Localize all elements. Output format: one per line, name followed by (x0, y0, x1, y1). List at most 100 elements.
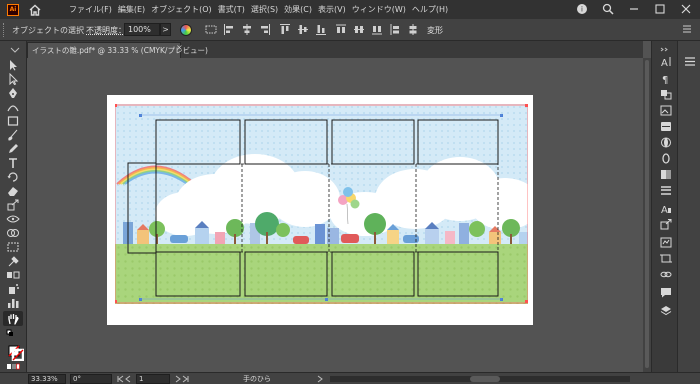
color-mode-icons[interactable] (6, 363, 20, 371)
menu-edit[interactable]: 編集(E) (115, 4, 148, 15)
toolbar-collapse-icon[interactable] (8, 47, 22, 53)
artwork-illustration[interactable] (115, 104, 528, 304)
align-bottom-icon[interactable] (315, 23, 327, 36)
menu-select[interactable]: 選択(S) (248, 4, 281, 15)
paintbrush-tool-icon[interactable] (6, 129, 20, 141)
transparency-panel-icon[interactable] (660, 153, 672, 164)
blend-tool-icon[interactable] (6, 269, 20, 281)
distribute-horizontal-center-icon[interactable] (407, 23, 419, 36)
artboard-prev-icons[interactable] (116, 375, 132, 383)
svg-text:A: A (661, 58, 668, 67)
tools-panel (0, 41, 27, 372)
links-panel-icon[interactable] (660, 269, 672, 280)
asset-export-panel-icon[interactable] (660, 219, 672, 230)
svg-text:A: A (661, 205, 668, 214)
selection-state-label: オブジェクトの選択 (12, 26, 84, 35)
vertical-scrollbar-thumb[interactable] (645, 60, 649, 368)
properties-panel-icon[interactable] (684, 56, 696, 67)
fill-stroke-swatch-icon[interactable] (8, 345, 24, 361)
artboards-panel-icon[interactable] (660, 253, 672, 264)
align-right-icon[interactable] (259, 23, 271, 36)
zoom-level-field[interactable]: 33.33% (28, 374, 66, 384)
menu-view[interactable]: 表示(V) (315, 4, 349, 15)
rectangle-tool-icon[interactable] (6, 115, 20, 127)
home-icon[interactable] (28, 4, 42, 16)
stroke-panel-icon[interactable] (660, 185, 672, 196)
eyedropper-tool-icon[interactable] (6, 255, 20, 267)
distribute-left-icon[interactable] (389, 23, 401, 36)
window-controls: i (576, 3, 692, 15)
align-top-icon[interactable] (279, 23, 291, 36)
menu-bar: Ai ファイル(F) 編集(E) オブジェクト(O) 書式(T) 選択(S) 効… (0, 0, 700, 19)
menu-object[interactable]: オブジェクト(O) (148, 4, 215, 15)
image-trace-panel-icon[interactable] (660, 105, 672, 116)
transform-link[interactable]: 変形 (427, 25, 443, 36)
artboard-next-icons[interactable] (174, 375, 190, 383)
distribute-vertical-center-icon[interactable] (353, 23, 365, 36)
panel-dock: A ¶ A (651, 41, 677, 372)
minimize-icon[interactable] (628, 3, 640, 15)
gradient-panel-icon[interactable] (660, 169, 672, 180)
control-bar-menu-icon[interactable] (682, 24, 692, 34)
graphic-styles-panel-icon[interactable] (660, 121, 672, 132)
type-tool-icon[interactable] (6, 157, 20, 169)
opacity-label[interactable]: 不透明度： (86, 25, 126, 36)
curvature-tool-icon[interactable] (6, 101, 20, 113)
symbol-sprayer-tool-icon[interactable] (6, 283, 20, 295)
help-icon[interactable]: i (576, 3, 588, 15)
pen-tool-icon[interactable] (6, 87, 20, 99)
pencil-tool-icon[interactable] (6, 143, 20, 155)
artboard-number-field[interactable]: 1 (136, 374, 170, 384)
direct-selection-tool-icon[interactable] (6, 73, 20, 85)
hand-tool-icon[interactable] (6, 313, 20, 325)
eraser-tool-icon[interactable] (6, 185, 20, 197)
selection-tool-icon[interactable] (6, 59, 20, 71)
menu-items: ファイル(F) 編集(E) オブジェクト(O) 書式(T) 選択(S) 効果(C… (60, 4, 451, 15)
opacity-input[interactable]: 100% (124, 23, 160, 36)
status-tool-label: 手のひら (243, 375, 271, 383)
layers-panel-icon[interactable] (660, 305, 672, 316)
rotate-tool-icon[interactable] (6, 171, 20, 183)
character-panel-icon[interactable]: A (660, 56, 672, 67)
align-left-icon[interactable] (223, 23, 235, 36)
properties-dock (677, 41, 700, 372)
search-icon[interactable] (602, 3, 614, 15)
paragraph-panel-icon[interactable]: ¶ (660, 73, 672, 84)
dock-collapse-icon[interactable] (660, 47, 672, 52)
pathfinder-panel-icon[interactable] (660, 89, 672, 100)
appearance-panel-icon[interactable] (660, 137, 672, 148)
restore-icon[interactable] (654, 3, 666, 15)
control-bar: オブジェクトの選択 不透明度： 100% > 変形 (0, 19, 700, 41)
type-panel-icon[interactable]: A (660, 203, 672, 214)
column-graph-tool-icon[interactable] (6, 297, 20, 309)
tab-close-button[interactable]: × (176, 43, 183, 52)
grip-handle[interactable] (3, 23, 5, 37)
status-bar: 33.33% 0° 1 手のひら (0, 372, 700, 384)
distribute-bottom-icon[interactable] (371, 23, 383, 36)
close-icon[interactable] (680, 3, 692, 15)
comments-panel-icon[interactable] (660, 287, 672, 298)
recolor-artwork-icon[interactable] (180, 24, 192, 36)
menu-window[interactable]: ウィンドウ(W) (349, 4, 409, 15)
app-logo: Ai (7, 3, 19, 16)
select-similar-icon[interactable] (205, 23, 217, 36)
default-fill-stroke-icon[interactable] (6, 329, 20, 341)
svg-text:¶: ¶ (662, 75, 668, 84)
document-tab[interactable]: イラストの雛.pdf* @ 33.33 % (CMYK/プレビュー) (27, 42, 208, 58)
menu-effect[interactable]: 効果(C) (281, 4, 315, 15)
opacity-dropdown-button[interactable]: > (160, 23, 171, 36)
width-tool-icon[interactable] (6, 213, 20, 225)
distribute-top-icon[interactable] (335, 23, 347, 36)
scale-tool-icon[interactable] (6, 199, 20, 211)
shape-builder-tool-icon[interactable] (6, 227, 20, 239)
horizontal-scrollbar-thumb[interactable] (470, 376, 500, 382)
menu-file[interactable]: ファイル(F) (66, 4, 115, 15)
libraries-panel-icon[interactable] (660, 237, 672, 248)
menu-help[interactable]: ヘルプ(H) (409, 4, 451, 15)
align-vertical-center-icon[interactable] (297, 23, 309, 36)
free-transform-tool-icon[interactable] (6, 241, 20, 253)
status-menu-arrow-icon[interactable] (316, 375, 324, 383)
menu-type[interactable]: 書式(T) (215, 4, 248, 15)
align-horizontal-center-icon[interactable] (241, 23, 253, 36)
rotation-field[interactable]: 0° (70, 374, 112, 384)
